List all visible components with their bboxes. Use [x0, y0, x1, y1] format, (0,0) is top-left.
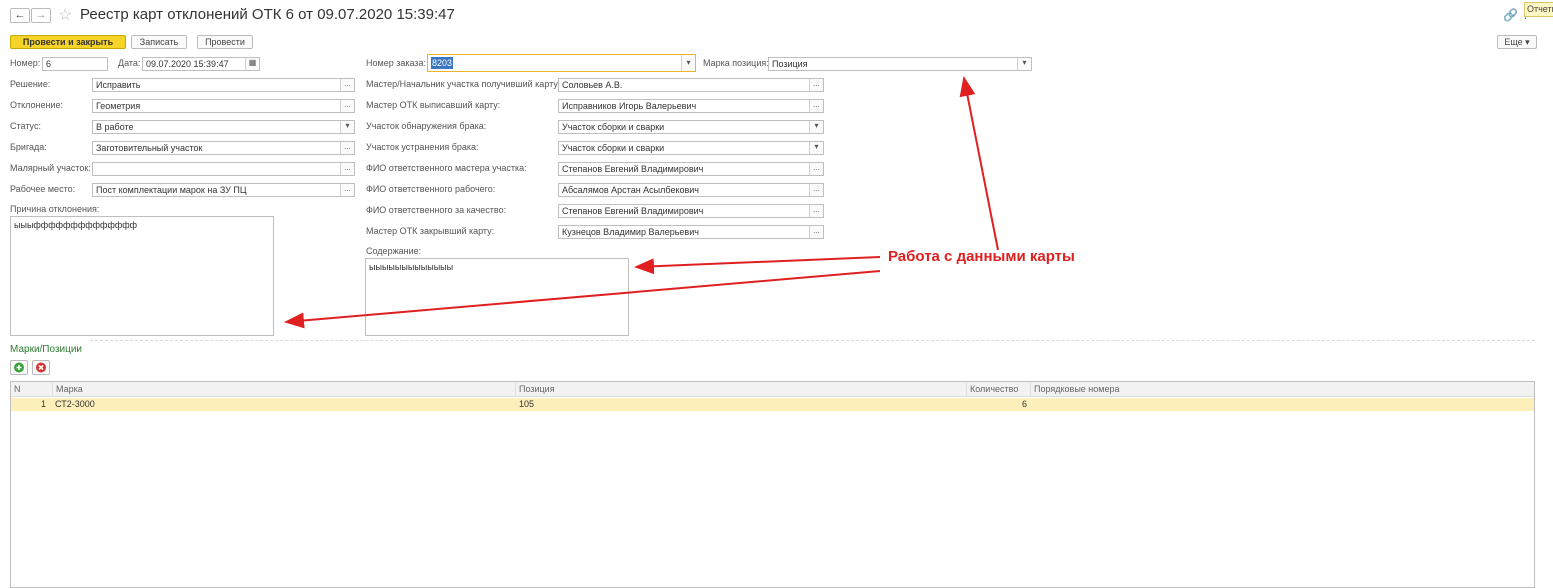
section-divider [90, 340, 1535, 341]
arrow-to-reason-memo [284, 270, 881, 329]
delete-circle-icon [36, 362, 46, 373]
cell-position: 105 [519, 399, 535, 409]
plus-circle-icon [14, 362, 24, 373]
cell-mark: СТ2-3000 [55, 399, 95, 409]
marks-positions-table[interactable]: N Марка Позиция Количество Порядковые но… [10, 381, 1535, 588]
column-header-serials[interactable]: Порядковые номера [1031, 382, 1534, 397]
arrow-to-mark-field [959, 76, 999, 251]
cell-n: 1 [40, 399, 46, 409]
column-header-mark[interactable]: Марка [53, 382, 516, 397]
cell-qty: 6 [1021, 399, 1027, 409]
table-row[interactable]: 1 СТ2-3000 105 6 [11, 398, 1534, 411]
arrow-to-content-memo [634, 256, 881, 275]
column-header-qty[interactable]: Количество [967, 382, 1031, 397]
delete-row-button[interactable] [32, 360, 50, 375]
column-header-n[interactable]: N [11, 382, 53, 397]
annotation-label: Работа с данными карты [888, 248, 1075, 265]
column-header-position[interactable]: Позиция [516, 382, 967, 397]
add-row-button[interactable] [10, 360, 28, 375]
section-title: Марки/Позиции [10, 344, 83, 355]
